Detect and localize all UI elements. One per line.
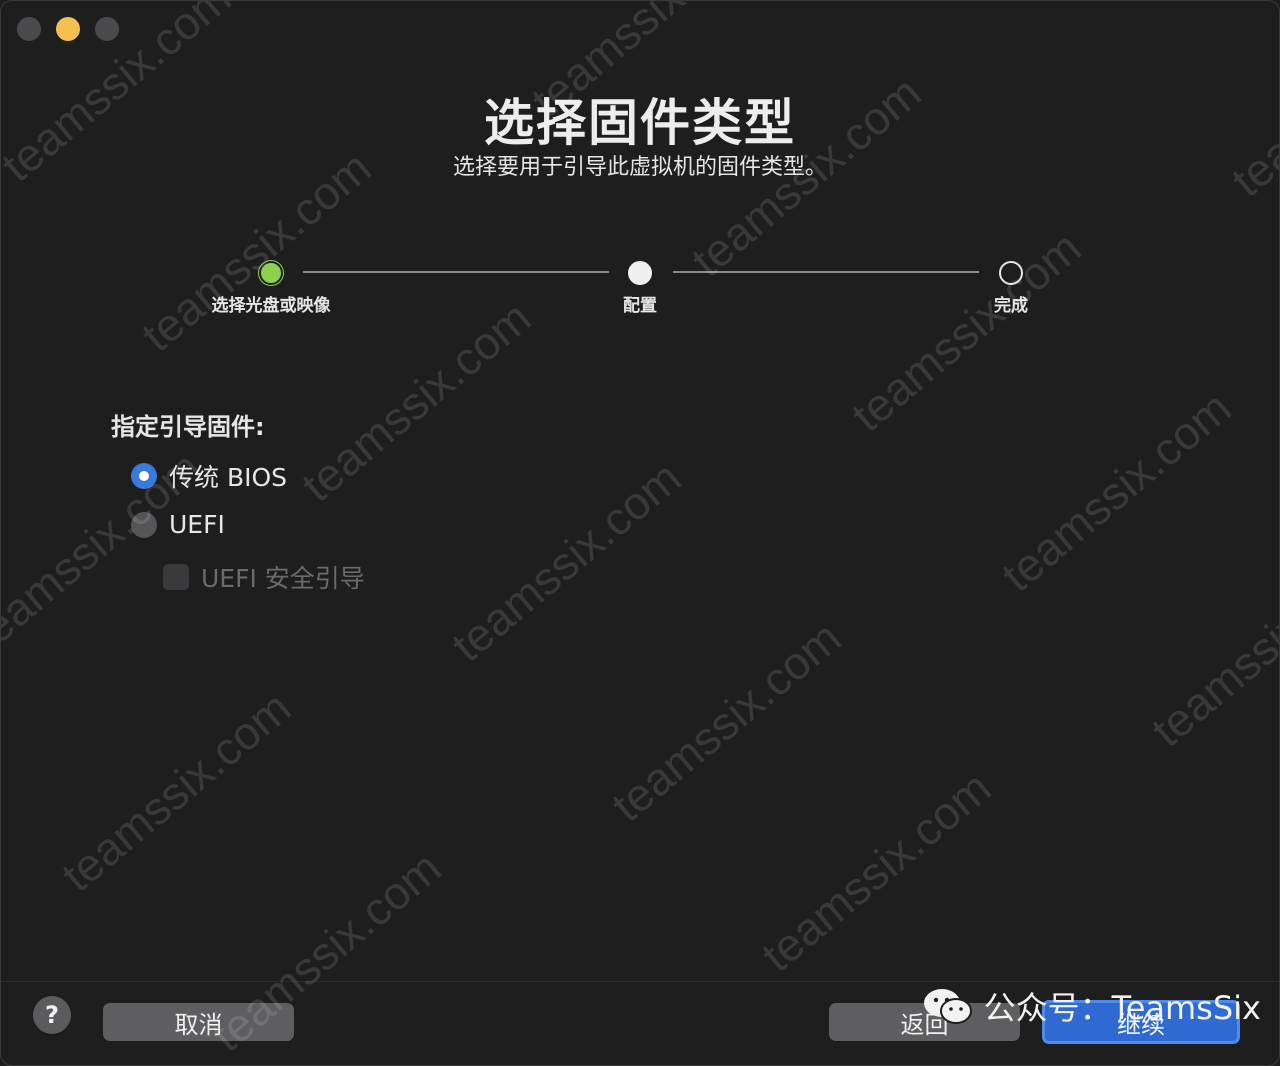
secure-boot-option: UEFI 安全引导 <box>163 559 365 595</box>
footer-divider <box>1 981 1279 982</box>
watermark-text: teamssix.com <box>51 681 301 902</box>
watermark-text: teamssix.com <box>1141 536 1279 757</box>
step-connector-2 <box>673 271 979 273</box>
step-dot-select-disc <box>259 261 283 285</box>
page-subtitle: 选择要用于引导此虚拟机的固件类型。 <box>452 155 827 180</box>
watermark-text: teamssix.com <box>291 291 541 512</box>
firmware-section-label: 指定引导固件: <box>111 413 265 441</box>
wechat-watermark: 公众号：TeamsSix <box>922 983 1261 1029</box>
radio-unselected-icon[interactable] <box>131 511 157 538</box>
radio-label-bios: 传统 BIOS <box>169 463 288 492</box>
radio-option-uefi[interactable]: UEFI <box>131 510 225 539</box>
window-controls <box>17 17 119 41</box>
secure-boot-label: UEFI 安全引导 <box>201 564 365 593</box>
watermark-text: teamssix.com <box>601 611 851 832</box>
page-title: 选择固件类型 <box>484 94 796 152</box>
secure-boot-checkbox <box>163 564 189 590</box>
radio-option-bios[interactable]: 传统 BIOS <box>131 458 287 494</box>
close-window-button[interactable] <box>17 17 41 41</box>
zoom-window-button[interactable] <box>95 17 119 41</box>
step-label-configure: 配置 <box>623 296 657 316</box>
wechat-label: 公众号：TeamsSix <box>983 989 1261 1027</box>
step-dot-finish <box>999 261 1023 285</box>
vm-setup-window: 选择固件类型 选择要用于引导此虚拟机的固件类型。 选择光盘或映像 配置 完成 指… <box>0 0 1280 1066</box>
step-dot-configure <box>628 261 652 285</box>
step-label-finish: 完成 <box>994 296 1028 316</box>
radio-label-uefi: UEFI <box>169 510 225 539</box>
watermark-text: teamssix.com <box>751 761 1001 982</box>
minimize-window-button[interactable] <box>56 17 80 41</box>
watermark-text: teamssix.com <box>841 221 1091 442</box>
watermark-text: teamssix.com <box>441 451 691 672</box>
help-button[interactable]: ? <box>33 996 71 1034</box>
cancel-button[interactable]: 取消 <box>103 1003 294 1041</box>
watermark-text: teamssix.com <box>991 381 1241 602</box>
wechat-icon <box>923 989 972 1024</box>
step-label-select-disc: 选择光盘或映像 <box>211 296 331 316</box>
radio-selected-icon[interactable] <box>131 463 157 489</box>
step-connector-1 <box>303 271 609 273</box>
